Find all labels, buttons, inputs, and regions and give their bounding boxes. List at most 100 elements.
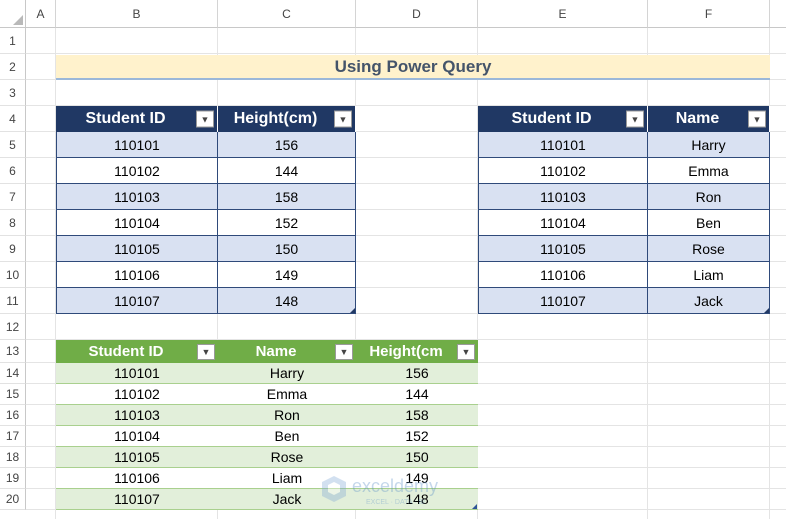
table-cell[interactable]: 110107 <box>56 489 218 510</box>
row-header-8[interactable]: 8 <box>0 210 26 236</box>
table-cell[interactable]: 110103 <box>56 184 218 210</box>
table-cell[interactable]: 148 <box>218 288 356 314</box>
table-header: Student ID ▼ <box>56 106 218 132</box>
table-cell[interactable]: 110103 <box>56 405 218 426</box>
column-title: Student ID <box>88 343 164 360</box>
table-cell[interactable]: 110102 <box>478 158 648 184</box>
table-cell[interactable]: 110101 <box>478 132 648 158</box>
table-cell[interactable]: Emma <box>648 158 770 184</box>
table-cell[interactable]: 149 <box>218 262 356 288</box>
table-cell[interactable]: 152 <box>218 210 356 236</box>
table-cell[interactable]: 156 <box>218 132 356 158</box>
table-cell[interactable]: 144 <box>218 158 356 184</box>
column-header-e[interactable]: E <box>478 0 648 28</box>
table-header: Height(cm) ▼ <box>218 106 356 132</box>
table-cell[interactable]: 110104 <box>478 210 648 236</box>
table-cell[interactable]: 110102 <box>56 384 218 405</box>
table-cell[interactable]: 152 <box>356 426 478 447</box>
table-cell[interactable]: 150 <box>356 447 478 468</box>
row-header-12[interactable]: 12 <box>0 314 26 340</box>
table-cell[interactable]: 110102 <box>56 158 218 184</box>
table-cell[interactable]: 110107 <box>56 288 218 314</box>
column-header-d[interactable]: D <box>356 0 478 28</box>
column-header-b[interactable]: B <box>56 0 218 28</box>
filter-dropdown-button[interactable]: ▼ <box>335 343 353 360</box>
table-resize-handle[interactable] <box>472 504 477 509</box>
table-cell[interactable]: Harry <box>648 132 770 158</box>
filter-dropdown-button[interactable]: ▼ <box>748 110 766 128</box>
row-header-5[interactable]: 5 <box>0 132 26 158</box>
table-cell[interactable]: Liam <box>648 262 770 288</box>
table-cell[interactable]: 110104 <box>56 210 218 236</box>
watermark-tagline: EXCEL · DATA · BI <box>366 499 425 506</box>
row-header-9[interactable]: 9 <box>0 236 26 262</box>
exceldemy-logo-icon <box>322 476 346 502</box>
table-cell[interactable]: Ron <box>648 184 770 210</box>
row-header-7[interactable]: 7 <box>0 184 26 210</box>
row-header-10[interactable]: 10 <box>0 262 26 288</box>
table-cell[interactable]: 110106 <box>478 262 648 288</box>
table-cell[interactable]: 158 <box>218 184 356 210</box>
table-cell[interactable]: Ben <box>648 210 770 236</box>
table-cell[interactable]: Ben <box>218 426 356 447</box>
table-cell[interactable]: Rose <box>218 447 356 468</box>
table-cell[interactable]: 110107 <box>478 288 648 314</box>
filter-dropdown-button[interactable]: ▼ <box>626 110 644 128</box>
table-header: Student ID ▼ <box>478 106 648 132</box>
column-header-f[interactable]: F <box>648 0 770 28</box>
table-cell[interactable]: 150 <box>218 236 356 262</box>
row-header-16[interactable]: 16 <box>0 405 26 426</box>
table-resize-handle[interactable] <box>764 308 769 313</box>
column-header-c[interactable]: C <box>218 0 356 28</box>
table-cell[interactable]: Emma <box>218 384 356 405</box>
table-cell[interactable]: Jack <box>648 288 770 314</box>
table-cell[interactable]: Ron <box>218 405 356 426</box>
row-header-1[interactable]: 1 <box>0 28 26 54</box>
table-cell[interactable]: 158 <box>356 405 478 426</box>
table-cell[interactable]: 144 <box>356 384 478 405</box>
row-header-19[interactable]: 19 <box>0 468 26 489</box>
row-header-17[interactable]: 17 <box>0 426 26 447</box>
select-all-corner[interactable] <box>0 0 26 28</box>
exceldemy-watermark: exceldemy EXCEL · DATA · BI <box>322 476 438 506</box>
table-resize-handle[interactable] <box>350 308 355 313</box>
row-header-15[interactable]: 15 <box>0 384 26 405</box>
row-header-6[interactable]: 6 <box>0 158 26 184</box>
table-header: Height(cm ▼ <box>356 340 478 363</box>
column-header-a[interactable]: A <box>26 0 56 28</box>
column-title: Name <box>255 343 297 360</box>
table-header: Name ▼ <box>648 106 770 132</box>
column-title: Student ID <box>511 110 592 127</box>
row-header-3[interactable]: 3 <box>0 80 26 106</box>
watermark-brand: exceldemy <box>352 476 438 496</box>
table-cell[interactable]: 110101 <box>56 132 218 158</box>
row-header-2[interactable]: 2 <box>0 54 26 80</box>
table-cell[interactable]: 156 <box>356 363 478 384</box>
column-header-g[interactable] <box>770 0 786 28</box>
table-header: Name ▼ <box>218 340 356 363</box>
column-title: Student ID <box>85 110 166 127</box>
row-header-14[interactable]: 14 <box>0 363 26 384</box>
row-header-13[interactable]: 13 <box>0 340 26 363</box>
filter-dropdown-button[interactable]: ▼ <box>334 110 352 128</box>
row-header-20[interactable]: 20 <box>0 489 26 510</box>
filter-dropdown-button[interactable]: ▼ <box>457 343 475 360</box>
column-title: Height(cm <box>369 343 443 360</box>
filter-dropdown-button[interactable]: ▼ <box>197 343 215 360</box>
filter-dropdown-button[interactable]: ▼ <box>196 110 214 128</box>
table-cell[interactable]: 110103 <box>478 184 648 210</box>
row-header-11[interactable]: 11 <box>0 288 26 314</box>
table-cell[interactable]: 110104 <box>56 426 218 447</box>
table-cell[interactable]: 110106 <box>56 468 218 489</box>
row-header-4[interactable]: 4 <box>0 106 26 132</box>
table-cell[interactable]: 110105 <box>56 236 218 262</box>
table-cell[interactable]: 110101 <box>56 363 218 384</box>
table-cell[interactable]: Harry <box>218 363 356 384</box>
table-cell[interactable]: Rose <box>648 236 770 262</box>
table-cell[interactable]: 110105 <box>56 447 218 468</box>
select-all-icon <box>13 15 23 25</box>
table-cell[interactable]: 110106 <box>56 262 218 288</box>
table-cell[interactable]: 110105 <box>478 236 648 262</box>
table-header: Student ID ▼ <box>56 340 218 363</box>
row-header-18[interactable]: 18 <box>0 447 26 468</box>
